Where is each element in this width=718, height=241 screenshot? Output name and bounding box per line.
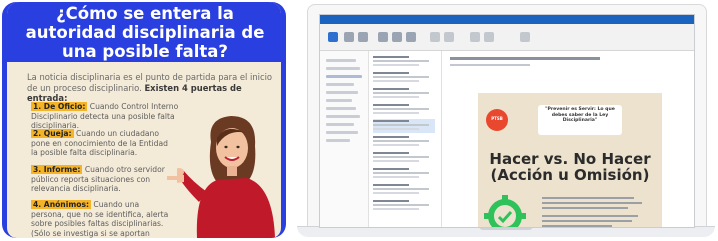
folder-item[interactable]	[326, 115, 360, 118]
message-row[interactable]	[373, 199, 435, 213]
folder-item[interactable]	[326, 139, 350, 142]
entry-item-oficio: 1. De Oficio: Cuando Control Interno Dis…	[31, 102, 181, 131]
infographic-intro: La noticia disciplinaria es el punto de …	[27, 72, 277, 104]
new-mail-icon[interactable]	[328, 32, 338, 42]
infographic-title: ¿Cómo se entera la autoridad disciplinar…	[25, 4, 265, 61]
folder-item[interactable]	[326, 107, 356, 110]
app-titlebar	[320, 15, 694, 24]
entry-number: 3. Informe:	[31, 165, 83, 174]
message-row[interactable]	[373, 183, 435, 197]
entry-number: 4. Anónimos:	[31, 200, 92, 209]
move-icon[interactable]	[430, 32, 440, 42]
entry-item-queja: 2. Queja: Cuando un ciudadano pone en co…	[31, 129, 171, 158]
reply-all-icon[interactable]	[392, 32, 402, 42]
archive-icon[interactable]	[358, 32, 368, 42]
rules-icon[interactable]	[444, 32, 454, 42]
folder-item[interactable]	[326, 83, 354, 86]
message-sender-line	[450, 64, 530, 66]
message-subject-line	[450, 57, 600, 60]
tags-icon[interactable]	[470, 32, 480, 42]
folder-item[interactable]	[326, 131, 358, 134]
infographic-card: ¿Cómo se entera la autoridad disciplinar…	[7, 2, 281, 238]
poster-badge: PTSB	[486, 109, 508, 131]
entry-item-informe: 3. Informe: Cuando otro servidor público…	[31, 165, 177, 194]
pointing-hand-icon	[167, 173, 184, 183]
message-row[interactable]	[373, 87, 435, 101]
message-list	[369, 51, 442, 227]
entry-number: 2. Queja:	[31, 129, 74, 138]
folder-item[interactable]	[326, 59, 356, 62]
message-row[interactable]	[373, 151, 435, 165]
email-client-window: PTSB "Prevenir es Servir: Lo que debes s…	[319, 14, 695, 228]
folder-item-selected[interactable]	[326, 75, 362, 78]
entry-item-anonimos: 4. Anónimos: Cuando una persona, que no …	[31, 200, 171, 238]
poster-headline: Hacer vs. No Hacer (Acción u Omisión)	[489, 150, 651, 184]
search-people-icon[interactable]	[520, 32, 530, 42]
message-row-selected[interactable]	[373, 119, 435, 133]
laptop-mockup: PTSB "Prevenir es Servir: Lo que debes s…	[297, 4, 715, 238]
delete-icon[interactable]	[344, 32, 354, 42]
reply-icon[interactable]	[378, 32, 388, 42]
message-row[interactable]	[373, 71, 435, 85]
message-row[interactable]	[373, 55, 435, 69]
gear-icon	[484, 195, 526, 227]
infographic-frame: ¿Cómo se entera la autoridad disciplinar…	[2, 2, 286, 238]
flag-icon[interactable]	[484, 32, 494, 42]
folder-item[interactable]	[326, 99, 352, 102]
forward-icon[interactable]	[406, 32, 416, 42]
folder-pane	[320, 51, 369, 227]
entry-number: 1. De Oficio:	[31, 102, 88, 111]
email-poster-image: PTSB "Prevenir es Servir: Lo que debes s…	[478, 93, 662, 227]
message-row[interactable]	[373, 135, 435, 149]
app-ribbon	[320, 24, 694, 51]
poster-bubble-text: "Prevenir es Servir: Lo que debes saber …	[545, 107, 615, 124]
reading-pane: PTSB "Prevenir es Servir: Lo que debes s…	[442, 51, 694, 227]
message-row[interactable]	[373, 167, 435, 181]
folder-item[interactable]	[326, 67, 360, 70]
message-row[interactable]	[373, 103, 435, 117]
woman-pointing-image	[177, 116, 275, 238]
poster-badge-text: PTSB	[491, 116, 503, 121]
folder-item[interactable]	[326, 91, 358, 94]
folder-item[interactable]	[326, 123, 354, 126]
